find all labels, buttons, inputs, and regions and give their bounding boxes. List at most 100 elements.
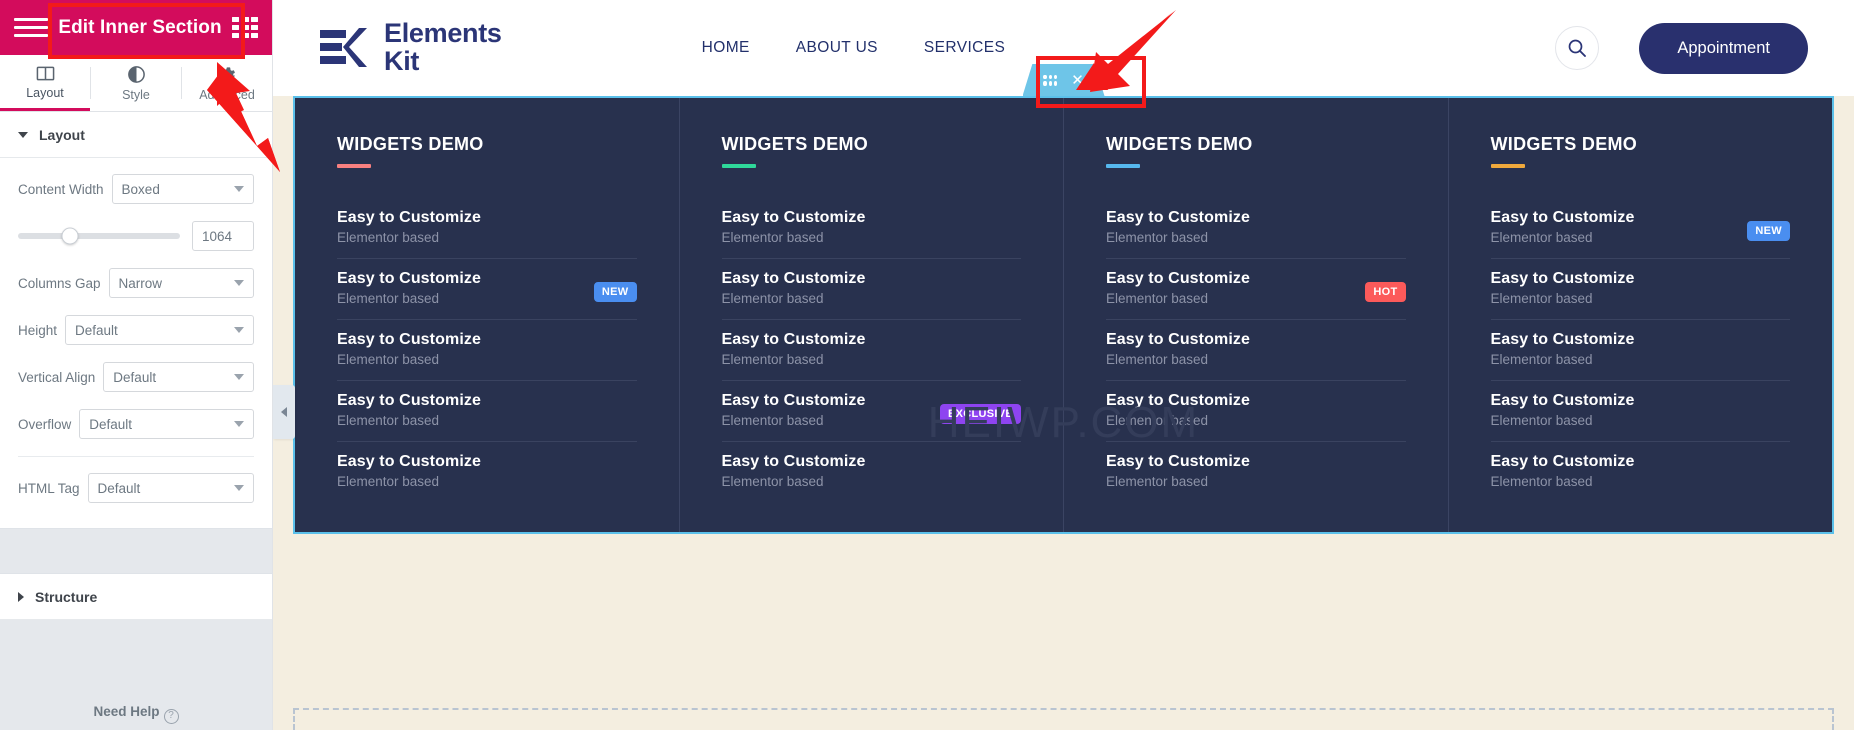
list-item[interactable]: Easy to Customize Elementor based <box>337 320 637 381</box>
height-select[interactable]: Default <box>65 315 254 345</box>
list-item[interactable]: Easy to Customize Elementor based <box>337 442 637 502</box>
list-item-subtitle: Elementor based <box>721 230 824 245</box>
widget-column-3[interactable]: WIDGETS DEMO Easy to Customize Elementor… <box>1063 98 1448 532</box>
chevron-down-icon <box>234 280 244 286</box>
list-item[interactable]: Easy to Customize Elementor based <box>337 198 637 259</box>
height-label: Height <box>18 322 58 338</box>
widget-column-1[interactable]: WIDGETS DEMO Easy to Customize Elementor… <box>295 98 679 532</box>
tab-layout-label: Layout <box>26 86 64 100</box>
inner-section-wrapper: ✕ WIDGETS DEMO Easy to Customize Element… <box>293 64 1834 534</box>
overflow-value: Default <box>89 416 133 432</box>
list-item[interactable]: Easy to Customize Elementor based <box>1106 381 1406 442</box>
list-item[interactable]: Easy to Customize Elementor based <box>721 198 1021 259</box>
list-item-text: Easy to Customize Elementor based <box>337 270 594 306</box>
drop-area-placeholder[interactable] <box>293 708 1834 730</box>
html-tag-select[interactable]: Default <box>87 473 254 503</box>
section-handle-toolbar[interactable]: ✕ <box>1022 64 1105 96</box>
status-badge: HOT <box>1365 282 1406 302</box>
tab-advanced[interactable]: Advanced <box>182 55 272 111</box>
hamburger-icon[interactable] <box>14 18 48 37</box>
widget-column-2[interactable]: WIDGETS DEMO Easy to Customize Elementor… <box>678 98 1064 532</box>
drag-dots-icon[interactable] <box>1043 74 1058 86</box>
list-item-title: Easy to Customize <box>1490 331 1635 348</box>
section-header-structure-row[interactable]: Structure <box>0 574 272 620</box>
list-item[interactable]: Easy to Customize Elementor based <box>721 320 1021 381</box>
column-underline <box>1106 164 1140 168</box>
vertical-align-label: Vertical Align <box>18 369 96 385</box>
content-width-label: Content Width <box>18 181 104 197</box>
elementskit-logo-icon <box>318 23 372 73</box>
list-item-subtitle: Elementor based <box>1106 291 1209 306</box>
list-item[interactable]: Easy to Customize Elementor based HOT <box>1106 259 1406 320</box>
list-item-subtitle: Elementor based <box>337 474 440 489</box>
tab-layout[interactable]: Layout <box>0 55 90 111</box>
control-html-tag: HTML Tag Default <box>18 473 254 503</box>
chevron-down-icon <box>234 327 244 333</box>
list-item-subtitle: Elementor based <box>1490 352 1593 367</box>
widget-list: Easy to Customize Elementor based Easy t… <box>721 198 1022 502</box>
list-item[interactable]: Easy to Customize Elementor based <box>1490 320 1790 381</box>
widget-list: Easy to Customize Elementor based NEW Ea… <box>1490 198 1791 502</box>
list-item[interactable]: Easy to Customize Elementor based <box>1106 320 1406 381</box>
chevron-down-icon <box>234 421 244 427</box>
vertical-align-select[interactable]: Default <box>103 362 254 392</box>
list-item[interactable]: Easy to Customize Elementor based <box>721 259 1021 320</box>
width-value-input[interactable]: 1064 <box>192 221 254 251</box>
list-item-title: Easy to Customize <box>1490 209 1635 226</box>
list-item-subtitle: Elementor based <box>721 352 824 367</box>
section-header-layout[interactable]: Layout <box>0 112 272 158</box>
close-x-icon[interactable]: ✕ <box>1071 73 1084 88</box>
overflow-select[interactable]: Default <box>79 409 254 439</box>
list-item-title: Easy to Customize <box>337 209 481 226</box>
list-item[interactable]: Easy to Customize Elementor based NEW <box>1490 198 1790 259</box>
list-item[interactable]: Easy to Customize Elementor based NEW <box>337 259 637 320</box>
width-slider-knob[interactable] <box>61 227 79 245</box>
width-slider-track[interactable] <box>18 227 180 245</box>
list-item-title: Easy to Customize <box>1490 270 1635 287</box>
content-width-value: Boxed <box>121 181 160 197</box>
columns-gap-select[interactable]: Narrow <box>108 268 254 298</box>
list-item[interactable]: Easy to Customize Elementor based <box>1106 198 1406 259</box>
appointment-button[interactable]: Appointment <box>1639 22 1808 74</box>
widget-column-4[interactable]: WIDGETS DEMO Easy to Customize Elementor… <box>1447 98 1833 532</box>
list-item-subtitle: Elementor based <box>1490 474 1593 489</box>
tab-style[interactable]: Style <box>91 55 181 111</box>
columns-gap-label: Columns Gap <box>18 275 101 291</box>
section-header-structure[interactable] <box>0 528 272 574</box>
list-item-title: Easy to Customize <box>1490 453 1635 470</box>
list-item-text: Easy to Customize Elementor based <box>1106 331 1406 367</box>
nav-item-about-us[interactable]: ABOUT US <box>796 39 878 57</box>
list-item-subtitle: Elementor based <box>337 230 440 245</box>
list-item[interactable]: Easy to Customize Elementor based <box>1490 259 1791 320</box>
list-item[interactable]: Easy to Customize Elementor based <box>337 381 637 442</box>
list-item[interactable]: Easy to Customize Elementor based EXCLUS… <box>721 381 1021 442</box>
overflow-label: Overflow <box>18 416 72 432</box>
list-item[interactable]: Easy to Customize Elementor based <box>1491 442 1791 502</box>
list-item-text: Easy to Customize Elementor based <box>1491 392 1791 428</box>
search-button[interactable] <box>1555 26 1600 70</box>
chevron-down-icon <box>234 485 244 491</box>
list-item[interactable]: Easy to Customize Elementor based <box>1490 381 1791 442</box>
nav-item-services[interactable]: SERVICES <box>924 39 1005 57</box>
list-item-title: Easy to Customize <box>1106 209 1250 226</box>
html-tag-value: Default <box>97 480 141 496</box>
logo-text-line2: Kit <box>384 46 420 76</box>
list-item-title: Easy to Customize <box>1106 270 1250 287</box>
list-item-text: Easy to Customize Elementor based <box>1106 453 1406 489</box>
content-width-select[interactable]: Boxed <box>111 174 254 204</box>
grid-apps-icon[interactable] <box>232 16 258 39</box>
nav-item-home[interactable]: HOME <box>702 39 750 57</box>
list-item[interactable]: Easy to Customize Elementor based <box>1106 442 1406 502</box>
list-item-subtitle: Elementor based <box>721 291 824 306</box>
list-item-text: Easy to Customize Elementor based <box>722 453 1022 489</box>
inner-section[interactable]: WIDGETS DEMO Easy to Customize Elementor… <box>293 96 1834 534</box>
site-logo[interactable]: Elements Kit <box>318 20 502 75</box>
list-item-text: Easy to Customize Elementor based <box>1491 270 1791 306</box>
columns-gap-value: Narrow <box>118 275 163 291</box>
panel-collapse-handle[interactable] <box>273 385 295 439</box>
gear-icon <box>218 65 237 85</box>
list-item[interactable]: Easy to Customize Elementor based <box>722 442 1022 502</box>
column-underline <box>1490 164 1525 168</box>
need-help-link[interactable]: Need Help? <box>0 704 272 728</box>
chevron-left-icon <box>281 407 287 417</box>
